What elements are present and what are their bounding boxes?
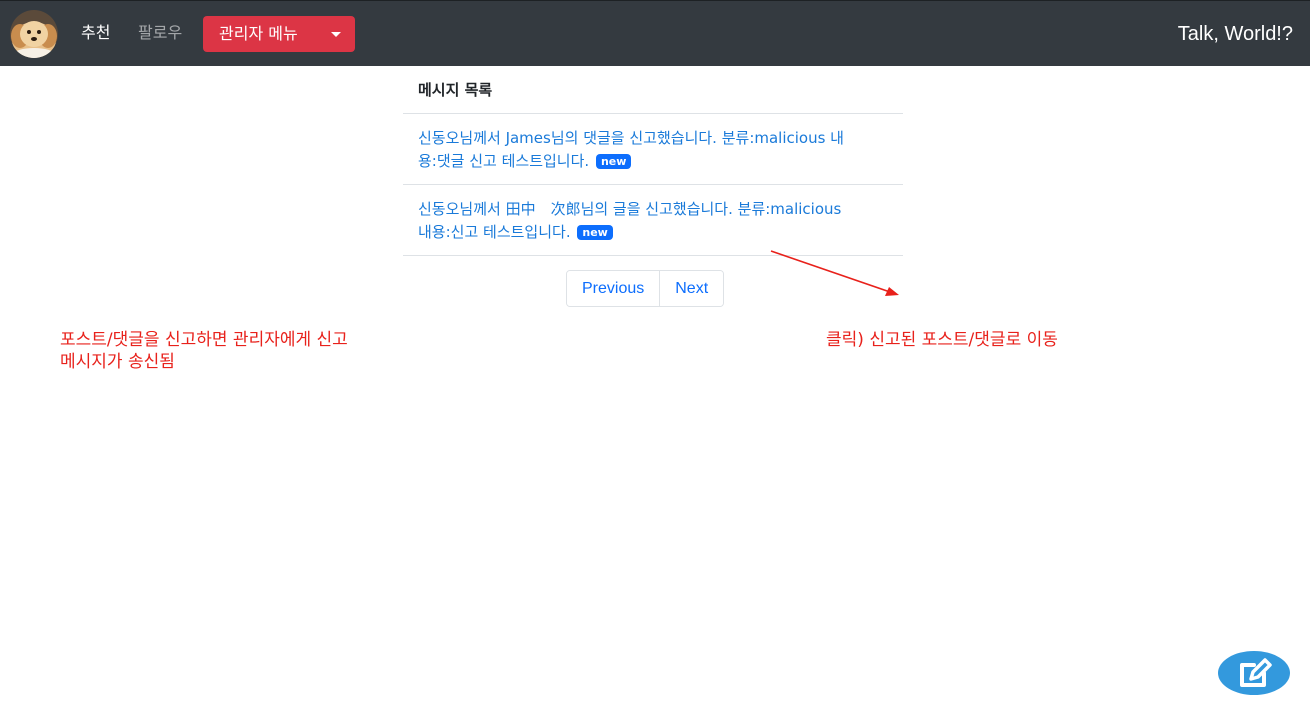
previous-button[interactable]: Previous (567, 271, 660, 306)
next-button[interactable]: Next (659, 271, 724, 306)
pagination: Previous Next (566, 270, 725, 307)
annotation-left-line2: 메시지가 송신됨 (60, 352, 175, 372)
brand-title[interactable]: Talk, World!? (1178, 21, 1293, 47)
list-item[interactable]: 신동오님께서 James님의 댓글을 신고했습니다. 분류:malicious … (403, 114, 903, 185)
message-link[interactable]: 신동오님께서 James님의 댓글을 신고했습니다. 분류:malicious … (418, 127, 858, 173)
avatar[interactable] (10, 10, 58, 58)
compose-edit-icon (1240, 658, 1272, 687)
annotation-left-line1: 포스트/댓글을 신고하면 관리자에게 신고 (60, 330, 348, 350)
annotation-left: 포스트/댓글을 신고하면 관리자에게 신고 메시지가 송신됨 (60, 329, 480, 373)
panel-title: 메시지 목록 (403, 66, 903, 114)
annotation-right: 클릭) 신고된 포스트/댓글로 이동 (826, 330, 1058, 350)
message-text: 신동오님께서 田中 次郎님의 글을 신고했습니다. 분류:malicious 내… (418, 200, 842, 241)
top-navbar: 추천 팔로우 관리자 메뉴 Talk, World!? (0, 0, 1310, 66)
dog-avatar-icon (10, 10, 58, 58)
message-link[interactable]: 신동오님께서 田中 次郎님의 글을 신고했습니다. 분류:malicious 내… (418, 198, 858, 244)
caret-down-icon (331, 32, 341, 37)
admin-menu-dropdown[interactable]: 관리자 메뉴 (203, 16, 355, 52)
message-list-panel: 메시지 목록 신동오님께서 James님의 댓글을 신고했습니다. 분류:mal… (403, 66, 903, 256)
compose-button[interactable] (1218, 651, 1290, 695)
new-badge: new (595, 154, 632, 169)
nav-follow[interactable]: 팔로우 (138, 23, 182, 43)
new-badge: new (577, 225, 613, 240)
list-item[interactable]: 신동오님께서 田中 次郎님의 글을 신고했습니다. 분류:malicious 내… (403, 185, 903, 256)
nav-recommend[interactable]: 추천 (81, 23, 110, 43)
admin-menu-label: 관리자 메뉴 (219, 24, 298, 43)
